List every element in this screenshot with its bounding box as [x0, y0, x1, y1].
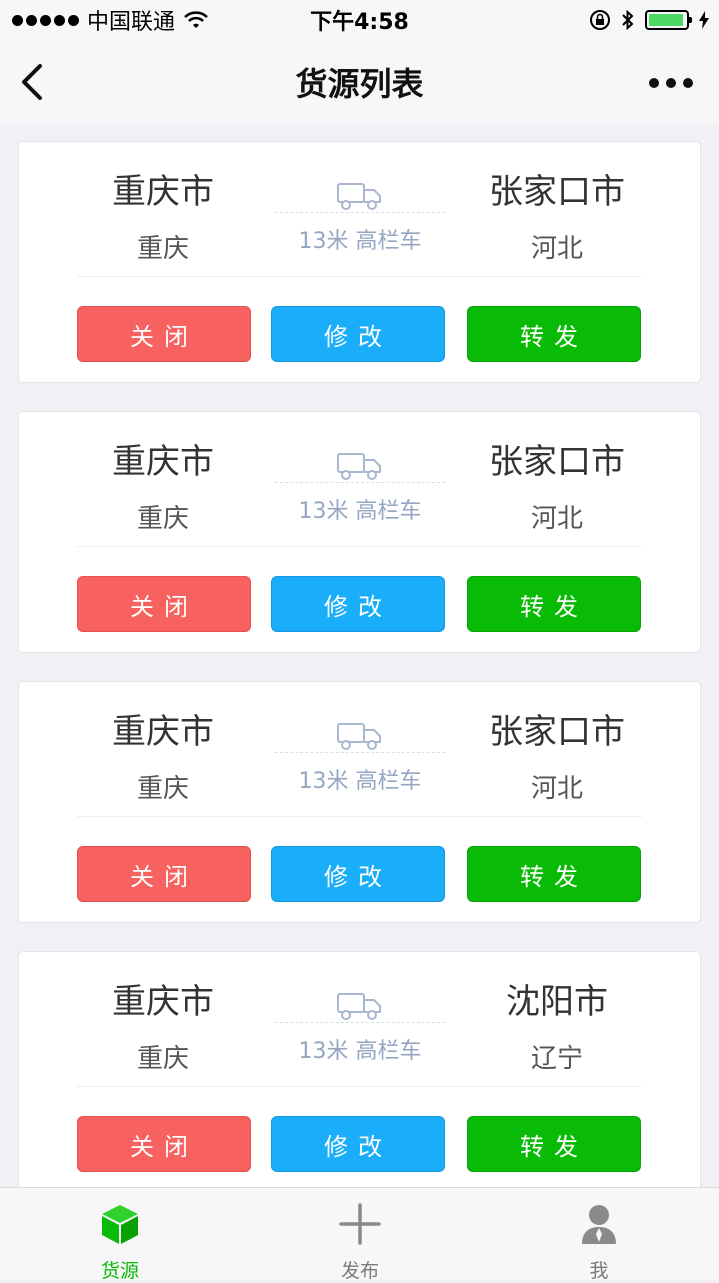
from-city: 重庆市: [112, 442, 214, 482]
signal-dots-icon: [12, 14, 79, 26]
cargo-list[interactable]: 重庆市 重庆 13米 高栏车 张家口市 河北 关闭 修改 转发 重庆市 重庆 1…: [0, 124, 719, 1187]
close-button[interactable]: 关闭: [77, 306, 251, 362]
tab-label: 货源: [100, 1260, 139, 1282]
battery-icon: [645, 10, 692, 30]
from-province: 重庆: [136, 774, 189, 804]
route-info: 重庆市 重庆 13米 高栏车 沈阳市 辽宁: [19, 952, 700, 1088]
close-button[interactable]: 关闭: [77, 576, 251, 632]
tab-publish[interactable]: 发布: [240, 1188, 480, 1282]
from-city: 重庆市: [112, 712, 214, 752]
cargo-card[interactable]: 重庆市 重庆 13米 高栏车 张家口市 河北 关闭 修改 转发: [18, 141, 701, 383]
cargo-card[interactable]: 重庆市 重庆 13米 高栏车 张家口市 河北 关闭 修改 转发: [18, 411, 701, 653]
card-divider: [77, 816, 642, 817]
cargo-card[interactable]: 重庆市 重庆 13米 高栏车 沈阳市 辽宁 关闭 修改 转发: [18, 951, 701, 1187]
tab-cargo[interactable]: 货源: [0, 1188, 240, 1282]
vehicle-spec: 13米 高栏车: [298, 769, 422, 794]
from-city: 重庆市: [112, 172, 214, 212]
from-province: 重庆: [136, 1044, 189, 1074]
tab-label: 我: [589, 1260, 609, 1282]
from-province: 重庆: [136, 504, 189, 534]
close-button[interactable]: 关闭: [77, 846, 251, 902]
nav-bar: 货源列表: [0, 40, 719, 124]
tab-bar: 货源 发布 我: [0, 1187, 719, 1282]
route-line: [275, 1022, 445, 1023]
from-province: 重庆: [136, 234, 189, 264]
truck-icon: [337, 993, 381, 1020]
route-info: 重庆市 重庆 13米 高栏车 张家口市 河北: [19, 142, 700, 278]
edit-button[interactable]: 修改: [271, 576, 445, 632]
to-city: 张家口市: [489, 442, 625, 482]
status-right: [589, 9, 719, 31]
route-line: [275, 482, 445, 483]
edit-button[interactable]: 修改: [271, 306, 445, 362]
route-info: 重庆市 重庆 13米 高栏车 张家口市 河北: [19, 412, 700, 548]
edit-button[interactable]: 修改: [271, 1116, 445, 1172]
battery-fill: [649, 14, 684, 26]
share-button[interactable]: 转发: [467, 576, 641, 632]
truck-icon: [337, 723, 381, 750]
to-province: 河北: [530, 774, 583, 804]
card-divider: [77, 546, 642, 547]
route-info: 重庆市 重庆 13米 高栏车 张家口市 河北: [19, 682, 700, 818]
page-title: 货源列表: [295, 65, 424, 103]
to-province: 河北: [530, 504, 583, 534]
card-divider: [77, 1086, 642, 1087]
share-button[interactable]: 转发: [467, 306, 641, 362]
route-line: [275, 752, 445, 753]
bluetooth-icon: [622, 9, 634, 31]
vehicle-info: 13米 高栏车: [275, 718, 445, 795]
truck-icon: [337, 453, 381, 480]
tab-label: 发布: [340, 1260, 379, 1282]
truck-icon: [337, 183, 381, 210]
card-divider: [77, 276, 642, 277]
share-button[interactable]: 转发: [467, 1116, 641, 1172]
vehicle-spec: 13米 高栏车: [298, 499, 422, 524]
status-bar: 中国联通 下午4:58: [0, 0, 719, 40]
back-chevron-icon[interactable]: [18, 62, 48, 102]
to-province: 辽宁: [530, 1044, 583, 1074]
to-city: 张家口市: [489, 172, 625, 212]
edit-button[interactable]: 修改: [271, 846, 445, 902]
vehicle-info: 13米 高栏车: [275, 448, 445, 525]
vehicle-info: 13米 高栏车: [275, 178, 445, 255]
share-button[interactable]: 转发: [467, 846, 641, 902]
vehicle-spec: 13米 高栏车: [298, 229, 422, 254]
route-line: [275, 212, 445, 213]
carrier-label: 中国联通: [87, 10, 176, 35]
to-province: 河北: [530, 234, 583, 264]
charging-icon: [699, 11, 709, 29]
tab-me[interactable]: 我: [479, 1188, 719, 1282]
user-icon: [582, 1205, 616, 1244]
cargo-card[interactable]: 重庆市 重庆 13米 高栏车 张家口市 河北 关闭 修改 转发: [18, 681, 701, 923]
close-button[interactable]: 关闭: [77, 1116, 251, 1172]
more-dots-icon[interactable]: [649, 78, 693, 88]
plus-icon: [339, 1203, 381, 1245]
to-city: 沈阳市: [506, 982, 608, 1022]
from-city: 重庆市: [112, 982, 214, 1022]
vehicle-info: 13米 高栏车: [275, 988, 445, 1065]
cube-icon: [102, 1205, 138, 1244]
status-left: 中国联通: [0, 4, 209, 36]
to-city: 张家口市: [489, 712, 625, 752]
rotation-lock-icon: [590, 10, 610, 30]
wifi-icon: [184, 11, 208, 28]
vehicle-spec: 13米 高栏车: [298, 1039, 422, 1064]
